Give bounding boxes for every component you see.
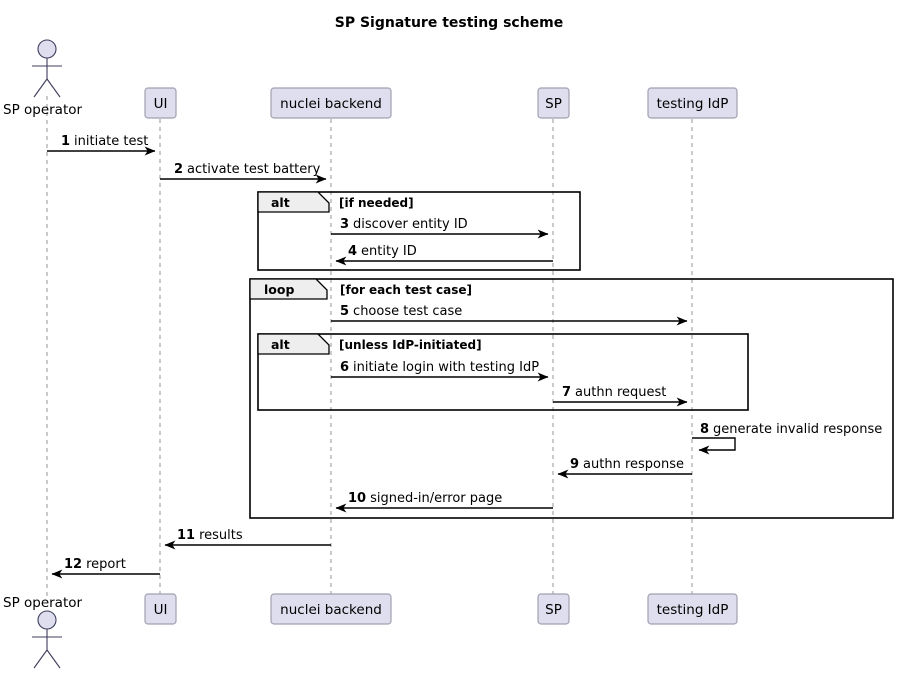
message-4-number: 4: [348, 244, 357, 259]
message-12-label: report: [86, 557, 126, 572]
participant-label-ui-bottom: UI: [154, 602, 168, 618]
message-12: 12 report: [51, 557, 160, 579]
participant-sp-top[interactable]: SP: [537, 87, 570, 119]
fragment-alt-1-tab: [257, 191, 330, 213]
message-8-number: 8: [700, 422, 709, 437]
fragment-alt-2-tab: [257, 333, 330, 355]
message-1-number: 1: [61, 134, 70, 149]
fragment-loop-guard: [for each test case]: [340, 283, 472, 297]
participant-ui-top[interactable]: UI: [144, 87, 177, 119]
participant-label-idp-top: testing IdP: [657, 96, 729, 112]
participant-label-sp-bottom: SP: [545, 602, 562, 618]
message-4: 4 entity ID: [335, 244, 553, 266]
message-9: 9 authn response: [557, 457, 692, 479]
actor-leg-right-icon: [46, 78, 61, 98]
fragment-loop-operator: loop: [264, 282, 294, 297]
actor-head-icon-bottom: [37, 610, 57, 630]
sequence-diagram: SP Signature testing scheme SP operator …: [0, 0, 898, 674]
message-7-label: authn request: [575, 385, 666, 400]
message-8-label: generate invalid response: [713, 422, 882, 437]
actor-head-icon: [37, 39, 57, 59]
participant-ui-bottom[interactable]: UI: [144, 593, 177, 625]
fragment-alt-2-operator: alt: [271, 337, 290, 352]
participant-label-backend-top: nuclei backend: [280, 96, 382, 112]
message-3-number: 3: [340, 217, 349, 232]
message-4-label: entity ID: [361, 244, 417, 259]
message-6: 6 initiate login with testing IdP: [331, 360, 549, 382]
fragment-alt-2-guard: [unless IdP-initiated]: [339, 338, 482, 352]
message-11-number: 11: [177, 528, 195, 543]
participant-sp-bottom[interactable]: SP: [537, 593, 570, 625]
message-10-number: 10: [348, 491, 366, 506]
message-11-label: results: [199, 528, 243, 543]
message-6-number: 6: [340, 360, 349, 375]
message-9-label: authn response: [583, 457, 684, 472]
message-6-label: initiate login with testing IdP: [353, 360, 539, 375]
fragment-alt-1-guard: [if needed]: [339, 196, 414, 210]
message-10-label: signed-in/error page: [370, 491, 502, 506]
actor-sp-operator-bottom: SP operator: [3, 595, 83, 669]
participant-label-ui-top: UI: [154, 96, 168, 112]
actor-sp-operator-top: SP operator: [3, 39, 83, 118]
message-11: 11 results: [164, 528, 331, 550]
participant-label-backend-bottom: nuclei backend: [280, 602, 382, 618]
participant-backend-top[interactable]: nuclei backend: [270, 87, 392, 119]
message-3: 3 discover entity ID: [331, 217, 549, 239]
actor-leg-left-icon-bottom: [33, 649, 48, 669]
message-5-label: choose test case: [353, 304, 462, 319]
message-12-number: 12: [64, 557, 82, 572]
message-8-arrow: [692, 437, 736, 455]
message-8: 8 generate invalid response: [692, 422, 882, 455]
participant-label-sp-top: SP: [545, 96, 562, 112]
message-1: 1 initiate test: [47, 134, 156, 156]
message-1-label: initiate test: [74, 134, 148, 149]
message-10: 10 signed-in/error page: [335, 491, 553, 513]
actor-leg-right-icon-bottom: [46, 649, 61, 669]
message-2-label: activate test battery: [187, 162, 321, 177]
message-5: 5 choose test case: [331, 304, 688, 326]
participant-backend-bottom[interactable]: nuclei backend: [270, 593, 392, 625]
actor-label-bottom: SP operator: [3, 595, 83, 611]
message-3-label: discover entity ID: [353, 217, 468, 232]
message-2-number: 2: [174, 162, 183, 177]
actor-label-top: SP operator: [3, 102, 83, 118]
message-7-number: 7: [562, 385, 571, 400]
participant-idp-top[interactable]: testing IdP: [647, 87, 738, 119]
participant-idp-bottom[interactable]: testing IdP: [647, 593, 738, 625]
message-5-number: 5: [340, 304, 349, 319]
message-7: 7 authn request: [553, 385, 688, 407]
message-2: 2 activate test battery: [160, 162, 327, 184]
message-9-number: 9: [570, 457, 579, 472]
page-title: SP Signature testing scheme: [335, 15, 564, 31]
fragment-alt-1-operator: alt: [271, 195, 290, 210]
actor-leg-left-icon: [33, 78, 48, 98]
participant-label-idp-bottom: testing IdP: [657, 602, 729, 618]
